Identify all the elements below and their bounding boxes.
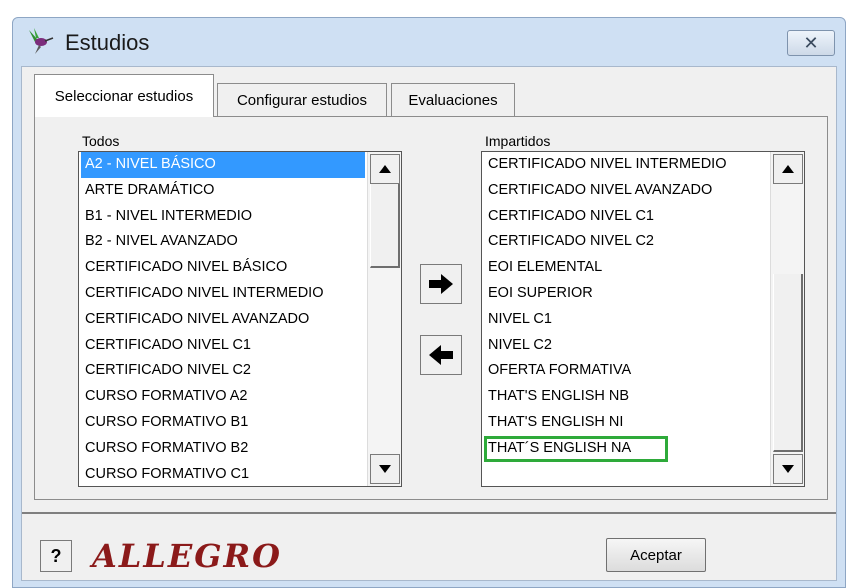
- triangle-up-icon: [379, 165, 391, 173]
- list-item[interactable]: NIVEL C1: [484, 307, 768, 333]
- hummingbird-icon: [29, 28, 54, 54]
- list-item[interactable]: CERTIFICADO NIVEL C1: [81, 333, 365, 359]
- list-item[interactable]: OFERTA FORMATIVA: [484, 358, 768, 384]
- list-item[interactable]: EOI SUPERIOR: [484, 281, 768, 307]
- list-item[interactable]: CURSO FORMATIVO C1: [81, 462, 365, 486]
- todos-label: Todos: [82, 133, 120, 149]
- list-item[interactable]: CURSO FORMATIVO B1: [81, 410, 365, 436]
- triangle-up-icon: [782, 165, 794, 173]
- todos-listbox[interactable]: A2 - NIVEL BÁSICO ARTE DRAMÁTICO B1 - NIVE…: [78, 151, 402, 487]
- scroll-up-button[interactable]: [773, 154, 803, 184]
- estudios-window: Estudios ✕ Seleccionar estudios Configur…: [12, 17, 846, 588]
- todos-items: A2 - NIVEL BÁSICO ARTE DRAMÁTICO B1 - NIVE…: [81, 152, 365, 486]
- scroll-thumb[interactable]: [773, 274, 803, 452]
- scroll-down-button[interactable]: [370, 454, 400, 484]
- impartidos-label: Impartidos: [485, 133, 551, 149]
- left-arrow-icon: [429, 345, 453, 365]
- list-item[interactable]: THAT'S ENGLISH NI: [484, 410, 768, 436]
- scroll-thumb[interactable]: [370, 184, 400, 268]
- add-study-button[interactable]: [420, 264, 462, 304]
- scroll-down-button[interactable]: [773, 454, 803, 484]
- tab-evaluaciones[interactable]: Evaluaciones: [391, 83, 515, 116]
- close-button[interactable]: ✕: [787, 30, 835, 56]
- list-item[interactable]: CERTIFICADO NIVEL AVANZADO: [81, 307, 365, 333]
- help-button[interactable]: ?: [40, 540, 72, 572]
- allegro-logo: ALLEGRO: [92, 537, 283, 575]
- remove-study-button[interactable]: [420, 335, 462, 375]
- close-icon: ✕: [803, 32, 819, 53]
- triangle-down-icon: [782, 465, 794, 473]
- list-item[interactable]: A2 - NIVEL BÁSICO: [81, 152, 365, 178]
- list-item[interactable]: CERTIFICADO NIVEL INTERMEDIO: [81, 281, 365, 307]
- list-item[interactable]: EOI ELEMENTAL: [484, 255, 768, 281]
- divider: [22, 512, 836, 514]
- list-item[interactable]: CERTIFICADO NIVEL C2: [484, 229, 768, 255]
- list-item[interactable]: NIVEL C2: [484, 333, 768, 359]
- tab-panel: Todos A2 - NIVEL BÁSICO ARTE DRAMÁTICO B1 …: [34, 116, 828, 500]
- list-item[interactable]: ARTE DRAMÁTICO: [81, 178, 365, 204]
- right-arrow-icon: [429, 274, 453, 294]
- window-client-area: Seleccionar estudios Configurar estudios…: [21, 66, 837, 581]
- tab-configurar-estudios[interactable]: Configurar estudios: [217, 83, 387, 116]
- list-item[interactable]: B1 - NIVEL INTERMEDIO: [81, 204, 365, 230]
- window-title: Estudios: [65, 30, 150, 55]
- list-item[interactable]: CERTIFICADO NIVEL INTERMEDIO: [484, 152, 768, 178]
- list-item[interactable]: CERTIFICADO NIVEL BÁSICO: [81, 255, 365, 281]
- list-item[interactable]: CERTIFICADO NIVEL C1: [484, 204, 768, 230]
- tab-seleccionar-estudios[interactable]: Seleccionar estudios: [34, 74, 214, 117]
- triangle-down-icon: [379, 465, 391, 473]
- list-item[interactable]: CURSO FORMATIVO A2: [81, 384, 365, 410]
- impartidos-listbox[interactable]: CERTIFICADO NIVEL INTERMEDIO CERTIFICADO …: [481, 151, 805, 487]
- todos-scrollbar[interactable]: [367, 152, 401, 486]
- list-item[interactable]: CERTIFICADO NIVEL AVANZADO: [484, 178, 768, 204]
- list-item[interactable]: CURSO FORMATIVO B2: [81, 436, 365, 462]
- list-item[interactable]: B2 - NIVEL AVANZADO: [81, 229, 365, 255]
- list-item[interactable]: THAT'S ENGLISH NB: [484, 384, 768, 410]
- aceptar-button[interactable]: Aceptar: [606, 538, 706, 572]
- impartidos-items: CERTIFICADO NIVEL INTERMEDIO CERTIFICADO …: [484, 152, 768, 462]
- title-bar: Estudios ✕: [13, 18, 845, 66]
- impartidos-scrollbar[interactable]: [770, 152, 804, 486]
- list-item[interactable]: CERTIFICADO NIVEL C2: [81, 358, 365, 384]
- scroll-up-button[interactable]: [370, 154, 400, 184]
- list-item[interactable]: THAT´S ENGLISH NA: [484, 435, 668, 462]
